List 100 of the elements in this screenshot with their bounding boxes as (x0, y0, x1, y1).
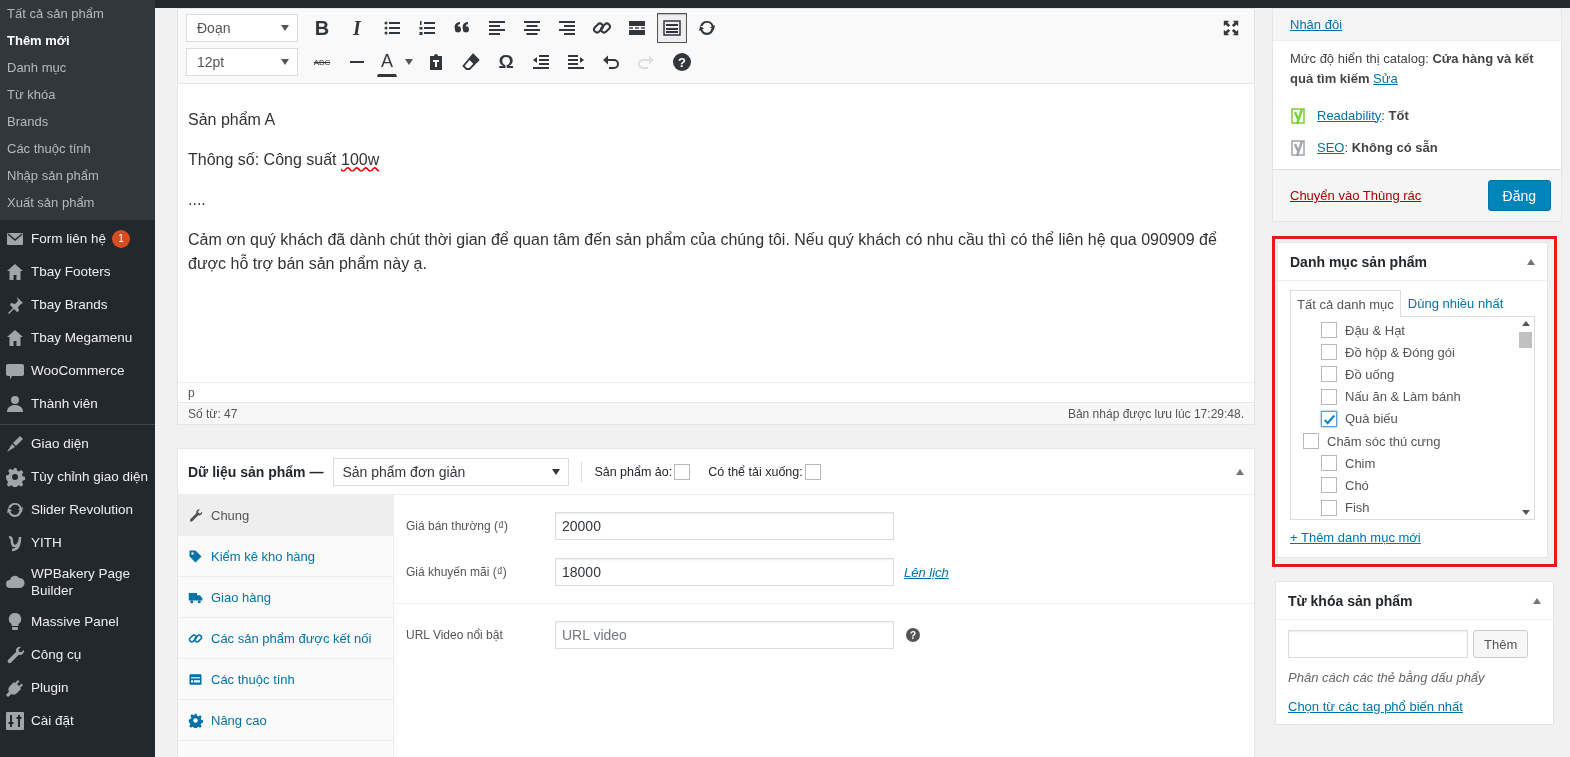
product-data-tab[interactable]: Giao hàng (178, 577, 393, 618)
duplicate-link[interactable]: Nhân đôi (1290, 17, 1343, 32)
field-label: Giá khuyến mãi (₫) (406, 565, 508, 579)
text-color-button[interactable]: A (377, 47, 397, 77)
toolbar-toggle-button[interactable] (657, 13, 687, 43)
submenu-item[interactable]: Thêm mới (0, 27, 155, 54)
add-tag-button[interactable]: Thêm (1473, 630, 1529, 658)
popular-tags-link[interactable]: Chọn từ các tag phổ biến nhất (1288, 699, 1463, 714)
menu-item[interactable]: Massive Panel (31, 613, 119, 630)
menu-item[interactable]: Tbay Footers (31, 263, 111, 280)
menu-item[interactable]: WPBakery Page Builder (31, 565, 155, 599)
category-label[interactable]: Đậu & Hạt (1345, 322, 1405, 338)
submenu-item[interactable]: Xuất sản phẩm (0, 189, 155, 216)
menu-item[interactable]: Form liên hệ (31, 230, 107, 247)
score-text: Readability: Tốt (1317, 107, 1409, 123)
option-label: Sản phẩm ảo: (594, 464, 673, 479)
menu-item[interactable]: Cài đặt (31, 712, 74, 729)
bold-button[interactable]: B (307, 13, 337, 43)
menu-item[interactable]: Giao diện (31, 435, 89, 452)
product-data-tab[interactable]: Chung (178, 495, 393, 536)
align-left-icon (487, 18, 507, 38)
menu-item[interactable]: Tbay Megamenu (31, 329, 133, 346)
publish-button[interactable]: Đăng (1487, 180, 1551, 211)
checkbox[interactable] (1321, 366, 1337, 383)
product-type-dropdown[interactable]: Sản phẩm đơn giản (333, 457, 570, 486)
menu-item[interactable]: Plugin (31, 679, 69, 696)
category-label[interactable]: Nấu ăn & Làm bánh (1345, 389, 1461, 405)
format-dropdown[interactable]: Đoạn (186, 14, 298, 42)
tag-input-field[interactable] (1288, 630, 1468, 658)
special-character-button[interactable]: Ω (491, 47, 521, 77)
outdent-icon (531, 52, 551, 72)
submenu-item[interactable]: Các thuộc tính (0, 135, 155, 162)
paragraph: Thông số: Công suất 100w (188, 150, 381, 170)
paragraph: .... (188, 190, 207, 210)
menu-item[interactable]: Tbay Brands (31, 296, 108, 313)
category-label[interactable]: Đồ uống (1345, 366, 1395, 382)
element-path: p (188, 386, 195, 400)
input-field[interactable]: 18000 (555, 558, 894, 586)
category-label[interactable]: Quà biếu (1345, 411, 1398, 427)
strikethrough-button[interactable]: ABC (307, 47, 337, 77)
submenu-item[interactable]: Từ khóa (0, 81, 155, 108)
menu-item[interactable]: Tùy chỉnh giao diện (31, 468, 149, 485)
product-data-tab[interactable]: Các sản phẩm được kết nối (178, 618, 393, 659)
trash-link[interactable]: Chuyển vào Thùng rác (1290, 188, 1422, 203)
checkbox[interactable] (1303, 433, 1319, 450)
category-label[interactable]: Chăm sóc thú cưng (1327, 433, 1441, 449)
plug-icon (5, 677, 25, 698)
category-tab[interactable]: Dùng nhiều nhất (1400, 289, 1511, 316)
submenu-item[interactable]: Danh mục (0, 54, 155, 81)
product-data-tab[interactable]: Nâng cao (178, 700, 393, 741)
checkbox[interactable] (1321, 344, 1337, 361)
menu-item[interactable]: WooCommerce (31, 362, 125, 379)
help-button[interactable]: ? (666, 47, 698, 77)
read-more-icon (627, 18, 647, 38)
field-label: Giá bán thường (₫) (406, 519, 510, 533)
draft-saved-text: Bản nháp được lưu lúc 17:29:48. (1067, 406, 1244, 423)
product-data-tab[interactable]: Các thuộc tính (178, 659, 393, 700)
input-field[interactable]: 20000 (555, 512, 894, 540)
checkbox[interactable] (674, 463, 691, 480)
dropdown-value: Sản phẩm đơn giản (342, 463, 466, 480)
checkbox[interactable] (1321, 499, 1337, 516)
tab-label: Nâng cao (211, 712, 267, 728)
format-dropdown[interactable]: 12pt (186, 48, 298, 76)
submenu-item[interactable]: Tất cả sản phẩm (0, 0, 155, 27)
checkbox[interactable] (804, 463, 821, 480)
caret-icon (281, 25, 289, 31)
field-label: URL Video nổi bật (406, 628, 504, 642)
checkbox[interactable] (1321, 455, 1337, 472)
wrench-icon (5, 644, 25, 665)
align-right-icon (557, 18, 577, 38)
house-icon (5, 327, 25, 348)
wrench-icon (188, 507, 203, 523)
submenu-item[interactable]: Brands (0, 108, 155, 135)
horizontal-line-icon (350, 61, 364, 63)
add-category-link[interactable]: + Thêm danh mục mới (1290, 530, 1421, 545)
checkbox[interactable] (1321, 410, 1337, 427)
menu-item[interactable]: Công cụ (31, 646, 82, 663)
checkbox[interactable] (1321, 388, 1337, 405)
italic-button[interactable]: I (342, 13, 372, 43)
menu-item[interactable]: Slider Revolution (31, 501, 134, 518)
category-label[interactable]: Chó (1345, 477, 1369, 493)
category-label[interactable]: Đồ hộp & Đóng gói (1345, 344, 1455, 360)
indent-icon (566, 52, 586, 72)
checkbox[interactable] (1321, 477, 1337, 494)
checkbox[interactable] (1321, 322, 1337, 339)
edit-link[interactable]: Sửa (1373, 71, 1398, 86)
section-title: Dữ liệu sản phẩm — (188, 463, 324, 480)
input-field[interactable]: URL video (555, 621, 894, 649)
category-label[interactable]: Chim (1345, 455, 1376, 471)
category-tab[interactable]: Tất cả danh mục (1290, 290, 1401, 317)
paragraph: Cảm ơn quý khách đã dành chút thời gian để quan tâm đến sản phẩm của chúng tôi. Nếu quý khách có nhu cầu thì có thể liên hệ qua 090909 để được hỗ trợ bán sản phẩm này ạ. (188, 230, 1218, 274)
dropdown-value: 12pt (197, 54, 225, 70)
menu-item[interactable]: YITH (31, 534, 62, 551)
user-icon (5, 393, 25, 414)
schedule-link[interactable]: Lên lịch (904, 564, 949, 580)
menu-item[interactable]: Thành viên (31, 395, 98, 412)
submenu-item[interactable]: Nhập sản phẩm (0, 162, 155, 189)
category-label[interactable]: Fish (1345, 500, 1370, 516)
product-data-tab[interactable]: Kiểm kê kho hàng (178, 536, 393, 577)
numbered-list-icon (417, 18, 437, 38)
